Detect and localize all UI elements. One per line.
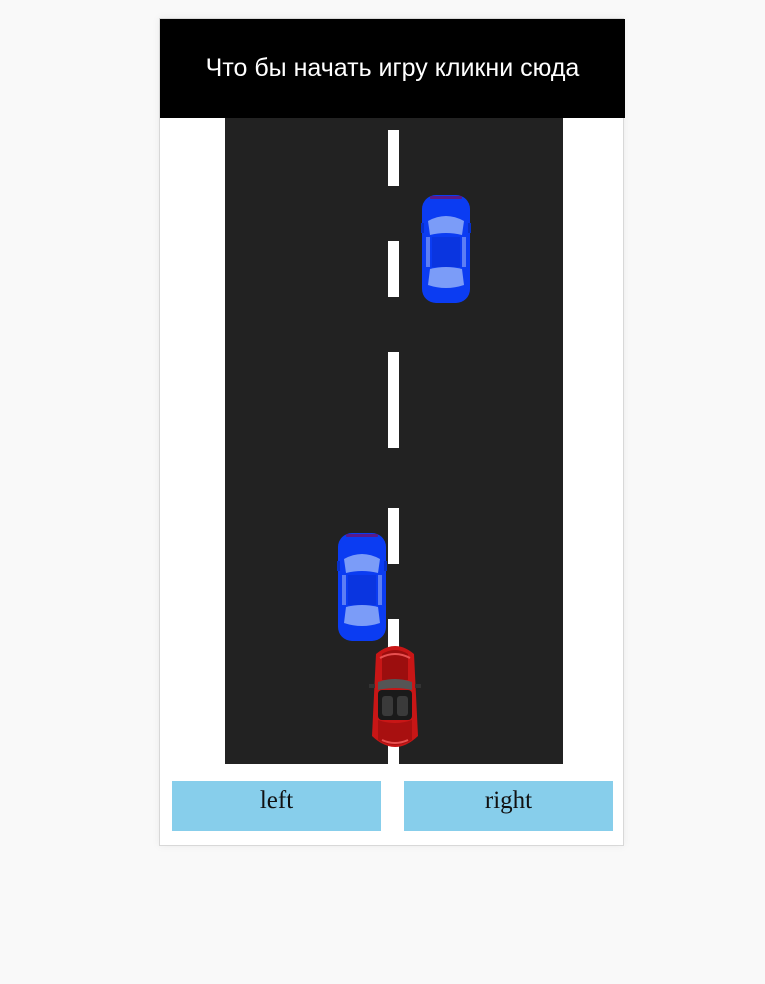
- lane-marking: [388, 130, 399, 186]
- lane-marking: [388, 241, 399, 297]
- player-car: [369, 646, 421, 747]
- game-container: Что бы начать игру кликни сюда left righ…: [159, 18, 625, 846]
- lane-marking: [388, 352, 399, 448]
- right-button[interactable]: right: [404, 781, 613, 831]
- enemy-car: [421, 195, 471, 303]
- road: [225, 118, 563, 764]
- controls: left right: [172, 781, 613, 831]
- start-game-text: Что бы начать игру кликни сюда: [205, 54, 580, 82]
- start-game-banner[interactable]: Что бы начать игру кликни сюда: [160, 19, 625, 118]
- lane-marking: [388, 508, 399, 564]
- right-button-label: right: [484, 787, 533, 814]
- left-button-label: left: [259, 787, 294, 814]
- left-button[interactable]: left: [172, 781, 381, 831]
- enemy-car: [337, 533, 387, 641]
